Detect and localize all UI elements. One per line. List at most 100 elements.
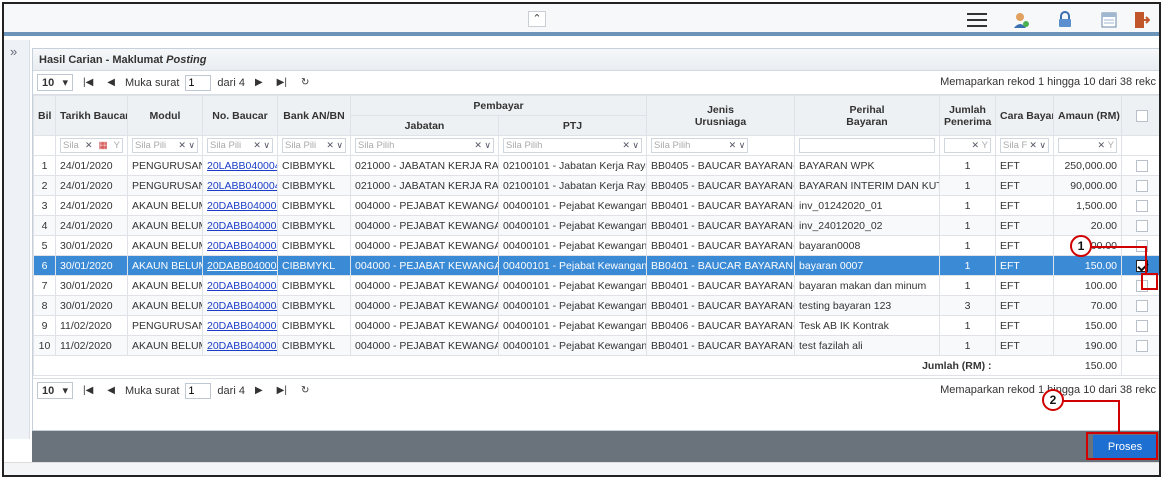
row-bil: 6 [33, 255, 56, 276]
filter-bank[interactable]: Sila Pili ✕ ∨ [277, 135, 351, 156]
row-select[interactable] [1121, 335, 1159, 356]
table-row[interactable]: 2 24/01/2020 PENGURUSAN 20LABB040004 CIBBMYK… [33, 175, 1159, 196]
row-checkbox[interactable] [1136, 339, 1149, 352]
first-page-icon[interactable]: |◀ [79, 385, 97, 396]
next-page-icon[interactable]: ▶ [251, 77, 267, 88]
row-select[interactable] [1121, 155, 1159, 176]
calendar-icon[interactable] [1087, 8, 1131, 32]
next-page-icon[interactable]: ▶ [251, 385, 267, 396]
clear-icon[interactable]: ✕ ∨ [622, 140, 639, 151]
exit-icon[interactable] [1131, 8, 1153, 32]
filter-modul[interactable]: Sila Pili ✕ ∨ [127, 135, 203, 156]
page-input[interactable] [185, 382, 212, 399]
voucher-link[interactable]: 20DABB040003 [207, 220, 277, 232]
row-select[interactable] [1121, 195, 1159, 216]
filter-ptj[interactable]: Sila Pilih ✕ ∨ [497, 135, 648, 156]
voucher-link[interactable]: 20LABB040004 [207, 180, 277, 192]
row-checkbox[interactable] [1136, 179, 1149, 192]
filter-perihal[interactable] [794, 135, 941, 156]
clear-icon[interactable]: ✕ ∨ [474, 140, 491, 151]
clear-icon[interactable]: ✕ ∨ [253, 140, 270, 151]
row-checkbox[interactable] [1136, 219, 1149, 232]
voucher-link[interactable]: 20DABB040004 [207, 300, 277, 312]
filter-tarikh[interactable]: Sila ✕ ▦ Y [55, 135, 128, 156]
col-jabatan[interactable]: Jabatan [350, 115, 499, 136]
double-chevron-icon[interactable]: » [10, 44, 17, 59]
filter-icon[interactable]: Y [114, 140, 120, 151]
col-no-baucar[interactable]: No. Baucar [202, 95, 278, 136]
table-row[interactable]: 4 24/01/2020 AKAUN BELUM 20DABB040003 CIBBMY… [33, 215, 1159, 236]
clear-icon[interactable]: ✕ [971, 140, 979, 151]
table-row[interactable]: 7 30/01/2020 AKAUN BELUM 20DABB040004 CIBBMY… [33, 275, 1159, 296]
first-page-icon[interactable]: |◀ [79, 77, 97, 88]
page-input[interactable] [185, 74, 212, 91]
clear-icon[interactable]: ✕ ∨ [729, 140, 746, 151]
col-tarikh[interactable]: Tarikh Baucar [55, 95, 128, 136]
row-tarikh: 11/02/2020 [55, 315, 128, 336]
row-select[interactable] [1121, 295, 1159, 316]
voucher-link[interactable]: 20DABB040003 [207, 200, 277, 212]
clear-icon[interactable]: ✕ ∨ [178, 140, 195, 151]
voucher-link[interactable]: 20DABB040007 [207, 320, 277, 332]
col-cara[interactable]: Cara Bayara [995, 95, 1055, 136]
col-perihal[interactable]: Perihal Bayaran [794, 95, 941, 136]
clear-icon[interactable]: ✕ ∨ [326, 140, 343, 151]
voucher-link[interactable]: 20DABB040007 [207, 340, 277, 352]
table-row[interactable]: 10 11/02/2020 AKAUN BELUM 20DABB040007 CIBBM… [33, 335, 1159, 356]
row-bank: CIBBMYKL [277, 295, 351, 316]
prev-page-icon[interactable]: ◀ [103, 77, 119, 88]
filter-icon[interactable]: Y [979, 140, 988, 151]
filter-icon[interactable]: Y [1105, 140, 1114, 151]
left-rail: » [4, 40, 30, 439]
page-size-select[interactable]: 10 ▾ [37, 382, 73, 399]
table-row[interactable]: 9 11/02/2020 PENGURUSAN 20DABB040007 CIBBMYK… [33, 315, 1159, 336]
table-row[interactable]: 6 30/01/2020 AKAUN BELUM 20DABB040004 CIBBMY… [33, 255, 1159, 276]
voucher-link[interactable]: 20DABB040004 [207, 240, 277, 252]
table-row[interactable]: 5 30/01/2020 AKAUN BELUM 20DABB040004 CIBBMY… [33, 235, 1159, 256]
col-bank[interactable]: Bank AN/BN [277, 95, 351, 136]
table-row[interactable]: 8 30/01/2020 AKAUN BELUM 20DABB040004 CIBBMY… [33, 295, 1159, 316]
col-jumlah[interactable]: Jumlah Penerima [939, 95, 997, 136]
row-perihal: BAYARAN INTERIM DAN KUTI [794, 175, 941, 196]
voucher-link[interactable]: 20DABB040004 [207, 260, 277, 272]
row-select[interactable] [1121, 315, 1159, 336]
voucher-link[interactable]: 20LABB040004 [207, 160, 277, 172]
filter-no-baucar[interactable]: Sila Pili ✕ ∨ [202, 135, 278, 156]
col-amaun[interactable]: Amaun (RM) [1053, 95, 1123, 136]
filter-cara[interactable]: Sila F ✕ ∨ [995, 135, 1055, 156]
col-jenis[interactable]: Jenis Urusniaga [646, 95, 796, 136]
filter-jumlah[interactable]: ✕ Y [939, 135, 997, 156]
clear-icon[interactable]: ✕ ∨ [1029, 140, 1046, 151]
row-select[interactable] [1121, 175, 1159, 196]
collapse-up-icon[interactable]: ⌃ [528, 11, 546, 27]
row-ptj: 00400101 - Pejabat Kewangan [497, 315, 648, 336]
prev-page-icon[interactable]: ◀ [103, 385, 119, 396]
row-checkbox[interactable] [1136, 299, 1149, 312]
menu-icon[interactable] [955, 8, 999, 32]
col-modul[interactable]: Modul [127, 95, 203, 136]
lock-icon[interactable] [1043, 8, 1087, 32]
clear-icon[interactable]: ✕ [1097, 140, 1105, 151]
filter-jenis[interactable]: Sila Pilih ✕ ∨ [646, 135, 796, 156]
calendar-picker-icon[interactable]: ▦ [99, 140, 108, 151]
table-row[interactable]: 3 24/01/2020 AKAUN BELUM 20DABB040003 CIBBMY… [33, 195, 1159, 216]
user-icon[interactable] [999, 8, 1043, 32]
row-amaun: 100.00 [1053, 275, 1123, 296]
row-checkbox[interactable] [1136, 319, 1149, 332]
clear-icon[interactable]: ✕ [85, 140, 93, 151]
row-checkbox[interactable] [1136, 199, 1149, 212]
last-page-icon[interactable]: ▶| [273, 77, 291, 88]
row-select[interactable] [1121, 215, 1159, 236]
refresh-icon[interactable]: ↻ [297, 385, 313, 396]
col-ptj[interactable]: PTJ [497, 115, 648, 136]
filter-jabatan[interactable]: Sila Pilih ✕ ∨ [350, 135, 499, 156]
select-all-checkbox[interactable] [1136, 109, 1149, 122]
voucher-link[interactable]: 20DABB040004 [207, 280, 277, 292]
col-select-all[interactable] [1121, 95, 1159, 136]
refresh-icon[interactable]: ↻ [297, 77, 313, 88]
page-size-select[interactable]: 10 ▾ [37, 74, 73, 91]
table-row[interactable]: 1 24/01/2020 PENGURUSAN 20LABB040004 CIBBMYK… [33, 155, 1159, 176]
row-checkbox[interactable] [1136, 159, 1149, 172]
last-page-icon[interactable]: ▶| [273, 385, 291, 396]
filter-amaun[interactable]: ✕ Y [1053, 135, 1123, 156]
